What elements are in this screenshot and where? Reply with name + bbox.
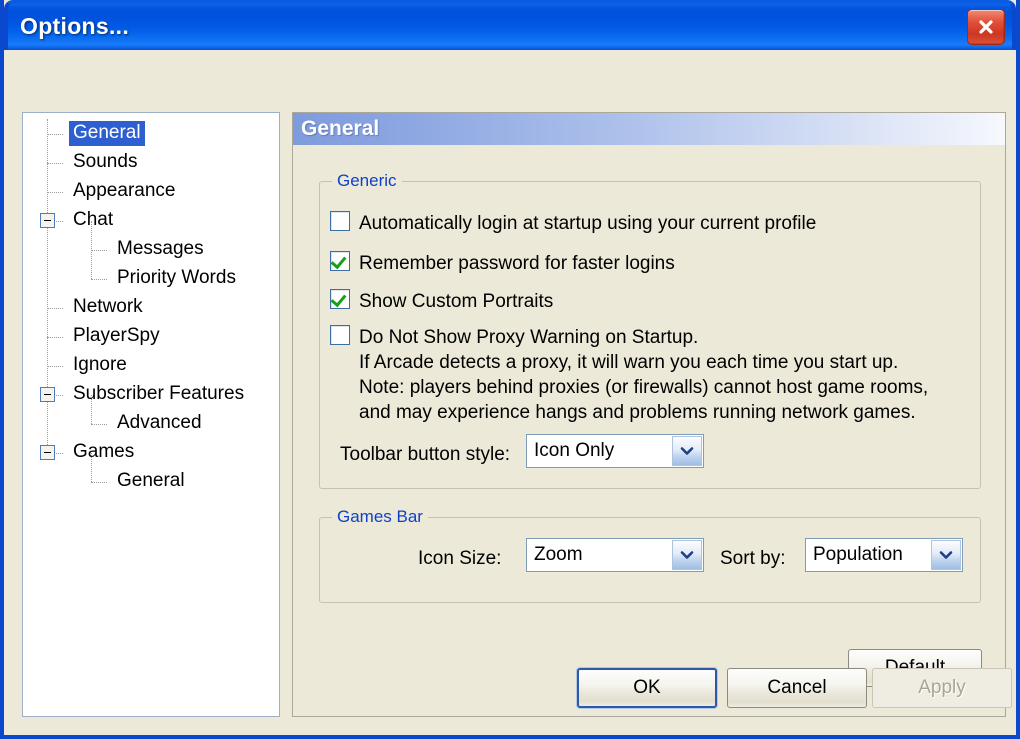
auto-login-label: Automatically login at startup using you…: [359, 213, 817, 234]
sidebar-item-label: Appearance: [73, 180, 176, 201]
sidebar-item-label: Ignore: [73, 354, 127, 375]
proxy-note-line-2: Note: players behind proxies (or firewal…: [359, 377, 929, 398]
sidebar-item-playerspy[interactable]: PlayerSpy: [69, 322, 164, 351]
proxy-note-text: If Arcade detects a proxy, it will warn …: [359, 350, 928, 425]
sort-by-value: Population: [813, 544, 903, 565]
sidebar-item-label: Network: [73, 296, 143, 317]
window-title: Options...: [20, 13, 130, 39]
sidebar-item-appearance[interactable]: Appearance: [69, 177, 179, 206]
collapse-minus-icon[interactable]: [40, 445, 55, 460]
games-bar-group-legend: Games Bar: [332, 507, 428, 527]
sidebar-item-priority-words[interactable]: Priority Words: [113, 264, 240, 293]
sidebar-item-ignore[interactable]: Ignore: [69, 351, 131, 380]
sort-by-select[interactable]: Population: [805, 538, 963, 572]
sidebar-item-label: Advanced: [117, 412, 202, 433]
sidebar-item-label: PlayerSpy: [73, 325, 160, 346]
tree-connector-line: [47, 162, 63, 164]
games-bar-groupbox: Games Bar Icon Size: Zoom Sort by: Popul…: [319, 507, 981, 603]
sidebar-item-label: Messages: [117, 238, 204, 259]
remember-password-label: Remember password for faster logins: [359, 253, 675, 274]
tree-connector-line: [47, 191, 63, 193]
tree-connector-line: [91, 249, 107, 251]
proxy-note-line-1: If Arcade detects a proxy, it will warn …: [359, 352, 899, 373]
sidebar-item-label: Priority Words: [117, 267, 236, 288]
tree-connector-line: [91, 481, 107, 483]
sidebar-item-label: General: [69, 121, 145, 146]
dialog-body: General Sounds Appearance Chat Messages Prior…: [4, 50, 1016, 735]
checkbox-row-remember-password[interactable]: Remember password for faster logins: [330, 251, 675, 276]
title-bar: Options...: [4, 0, 1016, 50]
tree-connector-line: [47, 336, 63, 338]
icon-size-select[interactable]: Zoom: [526, 538, 704, 572]
tree-subtrunk-line: [91, 394, 92, 424]
icon-size-value: Zoom: [534, 544, 583, 565]
collapse-minus-icon[interactable]: [40, 213, 55, 228]
proxy-note-line-3: and may experience hangs and problems ru…: [359, 402, 916, 423]
options-dialog-window: Options... General Sounds Appearance Chat Me…: [0, 0, 1020, 739]
tree-subtrunk-line: [91, 220, 92, 279]
sort-by-label: Sort by:: [720, 548, 786, 569]
tree-trunk-line: [47, 119, 48, 453]
ok-button[interactable]: OK: [577, 668, 717, 708]
close-icon[interactable]: [967, 9, 1005, 45]
sidebar-item-label: General: [117, 470, 185, 491]
auto-login-checkbox[interactable]: [330, 211, 350, 231]
tree-connector-line: [47, 133, 63, 135]
sidebar-item-subscriber-features[interactable]: Subscriber Features: [69, 380, 248, 409]
remember-password-checkbox[interactable]: [330, 251, 350, 271]
checkbox-row-proxy-warning[interactable]: Do Not Show Proxy Warning on Startup.: [330, 325, 698, 350]
panel-header: General: [293, 113, 1005, 145]
sidebar-item-games[interactable]: Games: [69, 438, 138, 467]
toolbar-style-value: Icon Only: [534, 440, 615, 461]
generic-groupbox: Generic Automatically login at startup u…: [319, 171, 981, 489]
chevron-down-icon[interactable]: [931, 540, 961, 570]
sidebar-item-general[interactable]: General: [69, 119, 145, 148]
settings-tree[interactable]: General Sounds Appearance Chat Messages Prior…: [22, 112, 280, 717]
custom-portraits-checkbox[interactable]: [330, 289, 350, 309]
toolbar-style-label: Toolbar button style:: [340, 444, 511, 465]
sidebar-item-label: Games: [73, 441, 135, 462]
icon-size-label: Icon Size:: [418, 548, 502, 569]
proxy-warning-label: Do Not Show Proxy Warning on Startup.: [359, 327, 699, 348]
sidebar-item-general[interactable]: General: [113, 467, 189, 496]
custom-portraits-label: Show Custom Portraits: [359, 291, 554, 312]
generic-group-legend: Generic: [332, 171, 402, 191]
cancel-button[interactable]: Cancel: [727, 668, 867, 708]
checkbox-row-custom-portraits[interactable]: Show Custom Portraits: [330, 289, 553, 314]
sidebar-item-label: Sounds: [73, 151, 138, 172]
sidebar-item-advanced[interactable]: Advanced: [113, 409, 206, 438]
sidebar-item-sounds[interactable]: Sounds: [69, 148, 141, 177]
tree-connector-line: [47, 365, 63, 367]
tree-connector-line: [91, 423, 107, 425]
proxy-warning-checkbox[interactable]: [330, 325, 350, 345]
sidebar-item-chat[interactable]: Chat: [69, 206, 117, 235]
sidebar-item-label: Chat: [73, 209, 114, 230]
apply-button: Apply: [872, 668, 1012, 708]
chevron-down-icon[interactable]: [672, 540, 702, 570]
tree-subtrunk-line: [91, 452, 92, 482]
tree-connector-line: [91, 278, 107, 280]
page-title: General: [301, 117, 380, 140]
sidebar-item-network[interactable]: Network: [69, 293, 147, 322]
sidebar-item-messages[interactable]: Messages: [113, 235, 208, 264]
chevron-down-icon[interactable]: [672, 436, 702, 466]
checkbox-row-auto-login[interactable]: Automatically login at startup using you…: [330, 211, 816, 236]
sidebar-item-label: Subscriber Features: [73, 383, 245, 404]
toolbar-style-select[interactable]: Icon Only: [526, 434, 704, 468]
tree-connector-line: [47, 307, 63, 309]
collapse-minus-icon[interactable]: [40, 387, 55, 402]
settings-detail-panel: General Generic Automatically login at s…: [292, 112, 1006, 717]
